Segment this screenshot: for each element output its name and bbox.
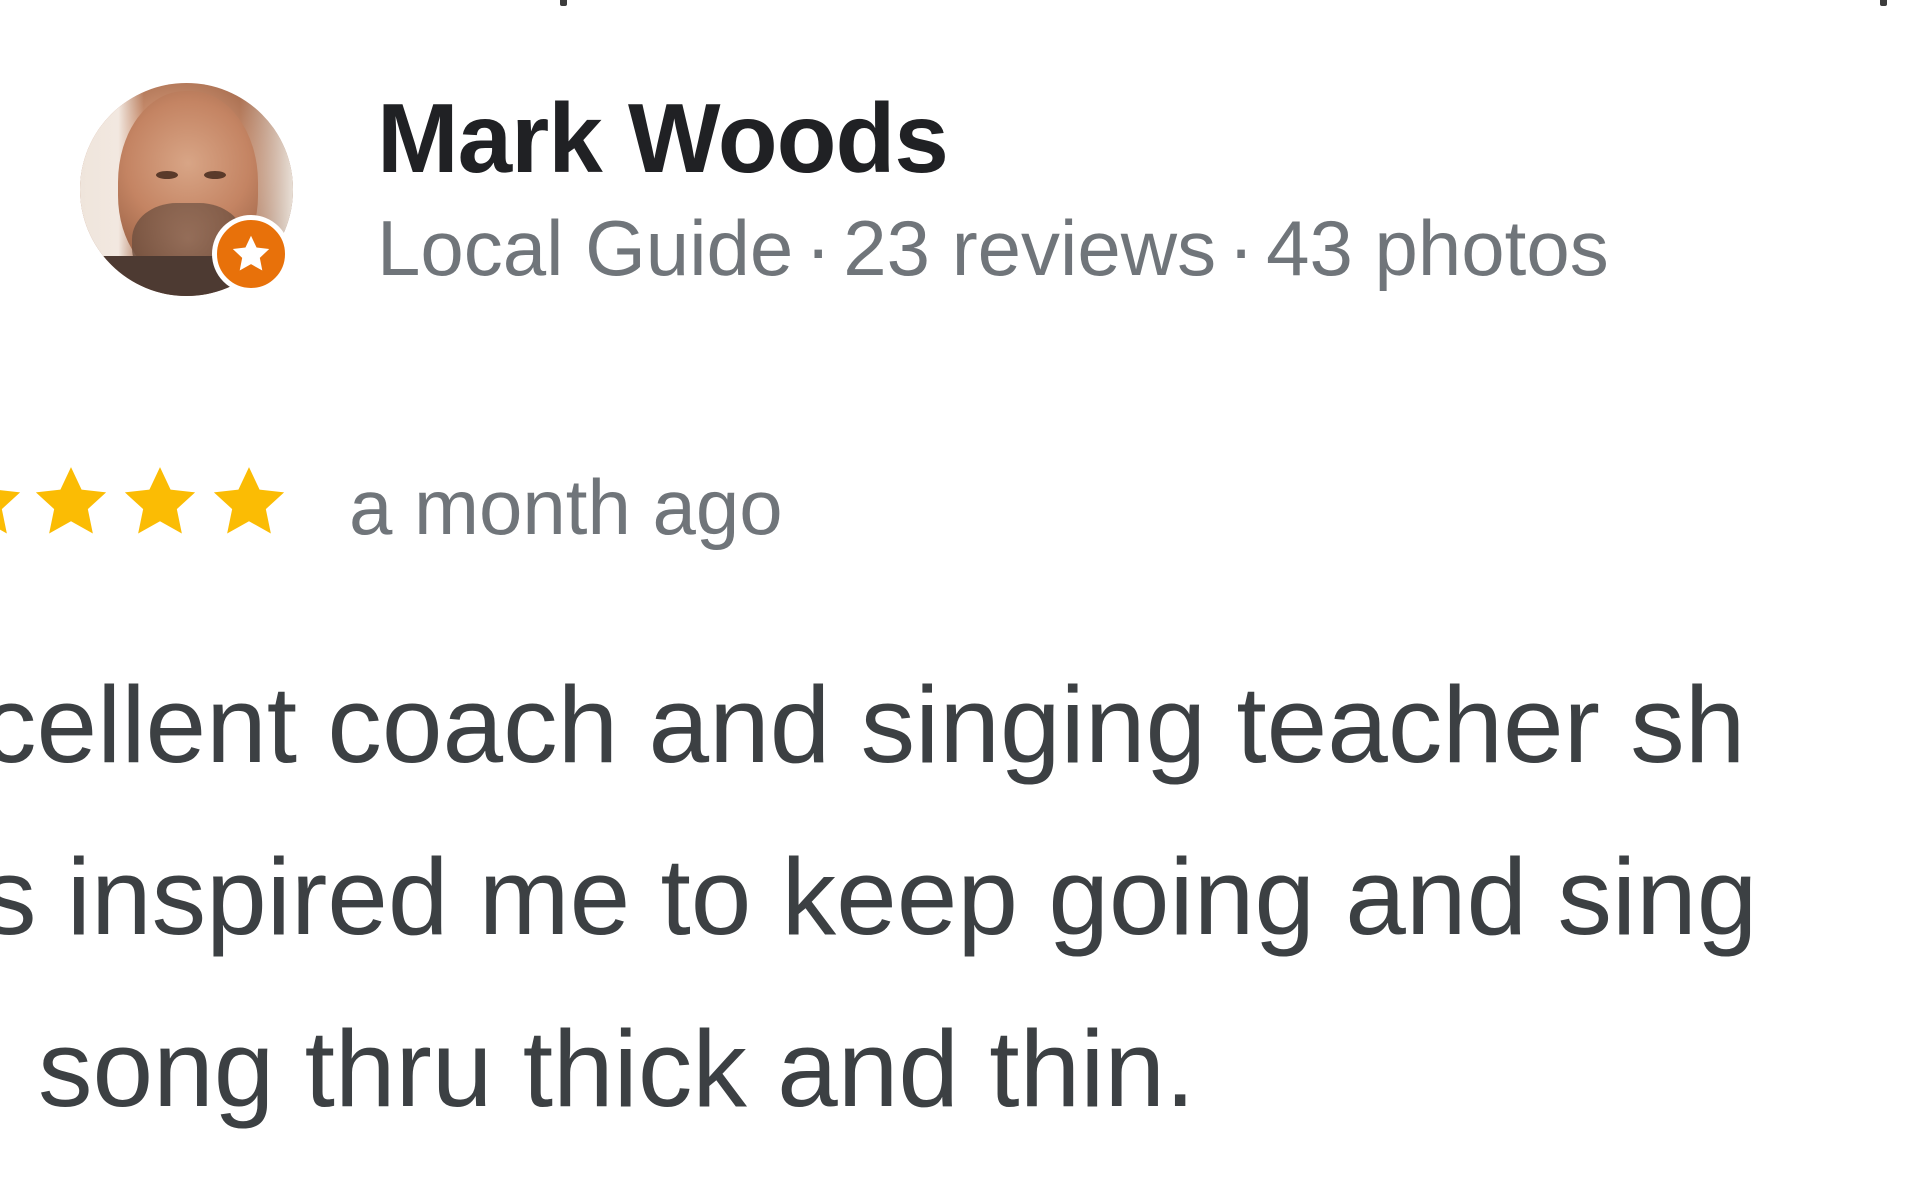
photo-count: 43 photos [1266,204,1609,292]
reviewer-name[interactable]: Mark Woods [377,82,949,194]
review-time: a month ago [349,463,783,551]
review-card: Mark Woods Local Guide · 23 reviews · 43 pho… [0,0,1920,1200]
local-guide-label: Local Guide [377,204,794,292]
star-icon [124,467,196,534]
rating-row: a month ago [0,452,1000,562]
local-guide-star-icon [212,215,290,293]
meta-separator: · [805,204,832,292]
reviewer-meta: Local Guide · 23 reviews · 43 photos [377,203,1609,293]
star-icon [0,490,21,534]
clipped-content-fragment [1880,0,1887,6]
review-text-line: s inspired me to keep going and sing [0,836,1758,958]
star-icon [213,467,285,534]
review-text-line: cellent coach and singing teacher sh [0,664,1746,786]
star-icon [35,467,107,534]
clipped-content-fragment [560,0,567,6]
review-text-line: song thru thick and thin. [38,1008,1196,1130]
meta-separator: · [1228,204,1255,292]
review-count: 23 reviews [843,204,1217,292]
review-text: cellent coach and singing teacher sh s i… [0,660,1920,1160]
